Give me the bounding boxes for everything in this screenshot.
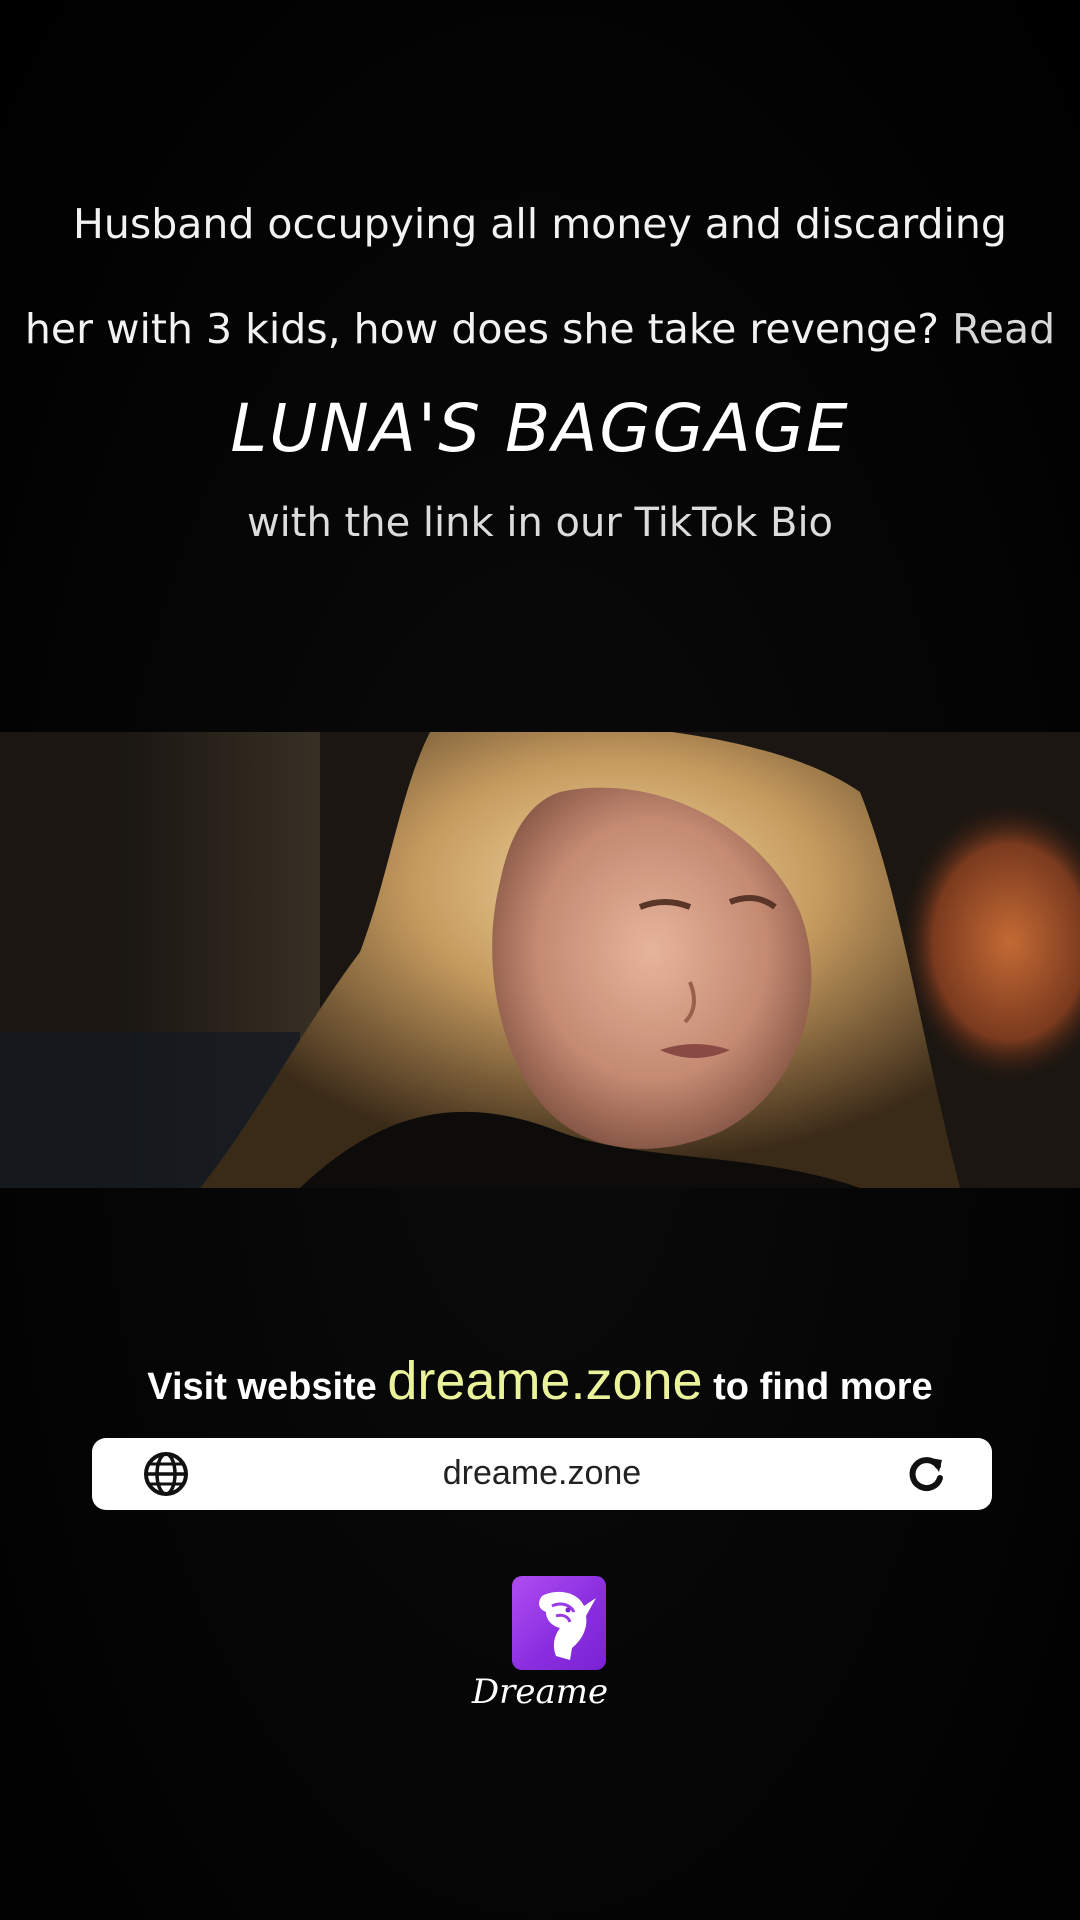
brand-name: Dreame [471,1672,609,1712]
url-text[interactable]: dreame.zone [92,1454,992,1493]
reload-icon[interactable] [906,1454,946,1494]
promo-read-word: Read [952,305,1056,353]
promo-line-4: with the link in our TikTok Bio [246,500,834,546]
visit-suffix: to find more [713,1366,933,1408]
tiktok-video-frame: Husband occupying all money and discardi… [0,0,1080,1920]
visit-domain[interactable]: dreame.zone [387,1351,702,1411]
video-still [0,732,1080,1188]
visit-website-line: Visit website dreame.zone to find more [0,1350,1080,1412]
promo-line-1: Husband occupying all money and discardi… [73,200,1007,248]
url-bar[interactable]: dreame.zone [92,1438,992,1510]
unicorn-head-icon[interactable] [512,1576,606,1670]
visit-prefix: Visit website [147,1366,377,1408]
promo-line-2: her with 3 kids, how does she take reven… [0,305,1080,353]
book-title: LUNA'S BAGGAGE [230,390,850,467]
dreame-logo-mark [539,1591,596,1660]
promo-line-2-text: her with 3 kids, how does she take reven… [24,305,940,353]
video-scene-illustration [0,732,1080,1188]
